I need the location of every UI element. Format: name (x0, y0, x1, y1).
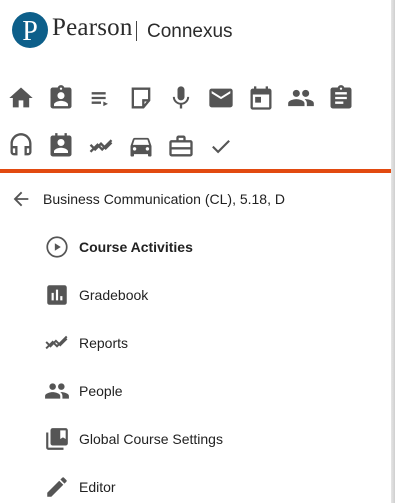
assignment-ind-icon[interactable] (47, 84, 75, 112)
brand-divider (136, 21, 137, 41)
check-icon[interactable] (207, 132, 235, 160)
course-title: Business Communication (CL), 5.18, D (43, 191, 285, 207)
people-icon[interactable] (287, 84, 315, 112)
menu-item-global-course-settings[interactable]: Global Course Settings (0, 416, 391, 460)
badge-icon[interactable] (47, 132, 75, 160)
bus-icon[interactable] (127, 132, 155, 160)
briefcase-icon[interactable] (167, 132, 195, 160)
mail-icon[interactable] (207, 84, 235, 112)
play-circle-icon (44, 234, 70, 260)
microphone-icon[interactable] (167, 84, 195, 112)
trend-icon[interactable] (87, 132, 115, 160)
pencil-icon (44, 474, 70, 500)
menu-item-people[interactable]: People (0, 368, 391, 412)
app-header: P Pearson Connexus (0, 0, 391, 64)
calendar-icon[interactable] (247, 84, 275, 112)
menu-item-label: Gradebook (79, 287, 149, 303)
menu-item-course-activities[interactable]: Course Activities (0, 224, 391, 268)
clipboard-icon[interactable] (327, 84, 355, 112)
home-icon[interactable] (7, 84, 35, 112)
playlist-icon[interactable] (87, 84, 115, 112)
panel-edge (391, 0, 395, 503)
product-name: Connexus (147, 21, 233, 42)
sticky-note-icon[interactable] (127, 84, 155, 112)
svg-text:P: P (22, 16, 38, 47)
accent-bar (0, 169, 391, 173)
library-icon (44, 426, 70, 452)
bar-chart-icon (44, 282, 70, 308)
toolbar-row-2 (0, 126, 391, 166)
menu-item-label: Reports (79, 335, 129, 351)
toolbar-row-1 (0, 78, 391, 118)
back-arrow-icon[interactable] (10, 188, 32, 210)
menu-item-label: Global Course Settings (79, 431, 223, 447)
headset-icon[interactable] (7, 132, 35, 160)
trend-icon (44, 330, 70, 356)
menu-item-gradebook[interactable]: Gradebook (0, 272, 391, 316)
menu-item-label: Editor (79, 479, 116, 495)
app-frame: P Pearson Connexus Business Communicatio… (0, 0, 395, 503)
brand-name: Pearson (52, 14, 133, 41)
menu-item-label: People (79, 383, 123, 399)
pearson-logo-icon[interactable]: P (12, 12, 48, 48)
menu-item-reports[interactable]: Reports (0, 320, 391, 364)
course-back-header[interactable]: Business Communication (CL), 5.18, D (0, 182, 391, 216)
people-icon (44, 378, 70, 404)
menu-item-label: Course Activities (79, 239, 193, 255)
menu-item-editor[interactable]: Editor (0, 464, 391, 503)
